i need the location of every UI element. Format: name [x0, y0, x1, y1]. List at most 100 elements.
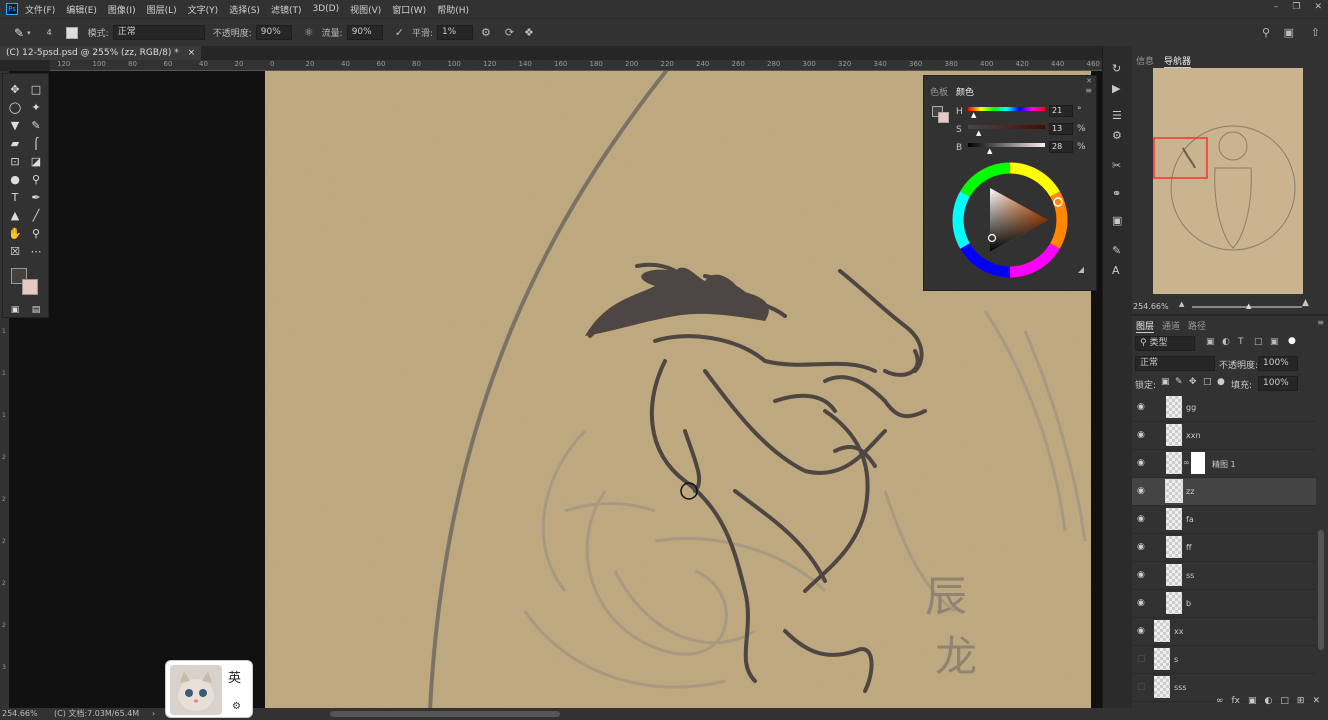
eye-icon[interactable]: ◉	[1137, 626, 1147, 636]
pressure-opacity-icon[interactable]: ⚛	[304, 26, 314, 39]
history-icon[interactable]: ↻	[1112, 62, 1121, 75]
magic-wand-tool-icon[interactable]: ✦	[27, 100, 45, 116]
link-layers-icon[interactable]: ∞	[1216, 696, 1224, 708]
delete-layer-icon[interactable]: ✕	[1312, 696, 1320, 708]
tab-swatches[interactable]: 色板	[930, 85, 948, 98]
tab-paths[interactable]: 路径	[1188, 319, 1206, 333]
layer-mask-thumbnail[interactable]	[1191, 452, 1205, 474]
close-tab-icon[interactable]: ×	[188, 48, 196, 58]
gear-icon[interactable]: ⚙	[481, 26, 491, 39]
menu-help[interactable]: 帮助(H)	[437, 3, 469, 16]
frame-x-icon[interactable]: ☒	[6, 244, 24, 260]
menu-filter[interactable]: 滤镜(T)	[271, 3, 302, 16]
filter-adjust-icon[interactable]: ◐	[1222, 337, 1230, 347]
filter-toggle-icon[interactable]: ●	[1288, 336, 1296, 346]
saturation-slider-thumb[interactable]: ▲	[976, 129, 981, 137]
eraser-tool-icon[interactable]: ◪	[27, 154, 45, 170]
eye-icon[interactable]: ◉	[1137, 570, 1147, 580]
path-select-tool-icon[interactable]: ▲	[6, 208, 24, 224]
fill-input[interactable]: 100%	[1258, 376, 1298, 391]
frame-tool-icon[interactable]: ⊡	[6, 154, 24, 170]
navigator-zoom[interactable]: 254.66%	[1133, 302, 1169, 311]
properties-icon[interactable]: ⚙	[1112, 129, 1122, 142]
eye-icon[interactable]: ◉	[1137, 402, 1147, 412]
crop-tool-icon[interactable]: ⌠	[27, 136, 45, 152]
lasso-tool-icon[interactable]: ◯	[6, 100, 24, 116]
layer-row[interactable]: ◉ b	[1132, 590, 1316, 618]
close-icon[interactable]: ✕	[1314, 2, 1322, 12]
color-wheel[interactable]	[952, 162, 1068, 278]
h-input[interactable]: 21	[1049, 105, 1073, 117]
gear-icon[interactable]: ⚙	[232, 701, 241, 712]
filter-pixel-icon[interactable]: ▣	[1206, 337, 1215, 347]
tab-channels[interactable]: 通道	[1162, 319, 1180, 333]
layer-filter-select[interactable]: ⚲ 类型	[1135, 336, 1195, 351]
lock-artboard-icon[interactable]: □	[1203, 377, 1212, 387]
airbrush-icon[interactable]: ✓	[395, 26, 404, 39]
menu-window[interactable]: 窗口(W)	[392, 3, 426, 16]
brightness-slider[interactable]	[968, 143, 1045, 147]
b-input[interactable]: 28	[1049, 141, 1073, 153]
new-layer-icon[interactable]: ⊞	[1297, 696, 1305, 708]
panel-close-icon[interactable]: ✕	[1086, 77, 1092, 85]
eye-icon[interactable]: ◉	[1137, 458, 1147, 468]
layer-row[interactable]: ◉ ff	[1132, 534, 1316, 562]
brush-size-preview[interactable]: 4	[47, 28, 52, 37]
share-icon[interactable]: ⇧	[1311, 26, 1320, 39]
dodge-tool-icon[interactable]: ⚲	[27, 172, 45, 188]
zoom-slider-thumb[interactable]: ▲	[1246, 302, 1251, 310]
menu-image[interactable]: 图像(I)	[108, 3, 136, 16]
add-mask-icon[interactable]: ▣	[1248, 696, 1257, 708]
screen-mode-icon[interactable]: ▤	[27, 302, 45, 318]
blur-tool-icon[interactable]: ●	[6, 172, 24, 188]
horizontal-scrollbar[interactable]	[330, 711, 560, 717]
eye-icon[interactable]: ◉	[1137, 598, 1147, 608]
menu-type[interactable]: 文字(Y)	[188, 3, 219, 16]
lock-all-icon[interactable]: ●	[1217, 377, 1225, 387]
workspace-icon[interactable]: ▣	[1284, 26, 1294, 39]
filter-type-icon[interactable]: T	[1238, 337, 1244, 347]
eye-icon[interactable]: ◉	[1137, 514, 1147, 524]
layer-opacity-input[interactable]: 100%	[1258, 356, 1298, 371]
ime-language-indicator[interactable]: 英	[228, 667, 241, 686]
pen-tool-icon[interactable]: ✒	[27, 190, 45, 206]
line-tool-icon[interactable]: ╱	[27, 208, 45, 224]
zoom-out-icon[interactable]: ▲	[1179, 300, 1184, 308]
lock-position-icon[interactable]: ✥	[1189, 377, 1197, 387]
more-tools-icon[interactable]: ⋯	[27, 244, 45, 260]
status-doc-info[interactable]: (C) 文档:7.03M/65.4M	[54, 708, 139, 720]
layer-row-selected[interactable]: ◉ zz	[1132, 478, 1316, 506]
menu-file[interactable]: 文件(F)	[25, 3, 55, 16]
brush-settings-panel-icon[interactable]: ✂	[1112, 159, 1121, 172]
hidden-eye-icon[interactable]: □	[1137, 682, 1147, 692]
brightness-slider-thumb[interactable]: ▲	[987, 147, 992, 155]
opacity-input[interactable]: 90%	[255, 25, 292, 40]
quick-mask-icon[interactable]: ▣	[6, 302, 24, 318]
layer-row[interactable]: ◉ fa	[1132, 506, 1316, 534]
hue-slider[interactable]	[968, 107, 1045, 111]
panel-menu-icon[interactable]: ≡	[1085, 86, 1092, 95]
bg-color-chip[interactable]	[938, 112, 949, 123]
layer-row[interactable]: ◉ xx	[1132, 618, 1316, 646]
hidden-eye-icon[interactable]: □	[1137, 654, 1147, 664]
layer-row[interactable]: ◉ gg	[1132, 394, 1316, 422]
adjustments-icon[interactable]: ☰	[1112, 109, 1122, 122]
layer-row[interactable]: ◉ ss	[1132, 562, 1316, 590]
hue-slider-thumb[interactable]: ▲	[971, 111, 976, 119]
brush-tool-icon[interactable]: ✎	[27, 118, 45, 134]
layers-scrollbar[interactable]	[1318, 530, 1324, 650]
layer-row[interactable]: ◉ ∞ 精图 1	[1132, 450, 1316, 478]
eye-icon[interactable]: ◉	[1137, 430, 1147, 440]
tab-navigator[interactable]: 导航器	[1164, 54, 1192, 68]
background-color-swatch[interactable]	[22, 279, 38, 295]
actions-play-icon[interactable]: ▶	[1112, 82, 1120, 95]
restore-icon[interactable]: ❐	[1292, 2, 1300, 12]
search-icon[interactable]: ⚲	[1262, 26, 1270, 39]
menu-edit[interactable]: 编辑(E)	[66, 3, 97, 16]
character-icon[interactable]: A	[1112, 264, 1120, 277]
menu-view[interactable]: 视图(V)	[350, 3, 381, 16]
filter-shape-icon[interactable]: □	[1254, 337, 1263, 347]
status-menu-arrow-icon[interactable]: ›	[152, 708, 155, 720]
zoom-tool-icon[interactable]: ⚲	[27, 226, 45, 242]
eye-icon[interactable]: ◉	[1137, 486, 1147, 496]
